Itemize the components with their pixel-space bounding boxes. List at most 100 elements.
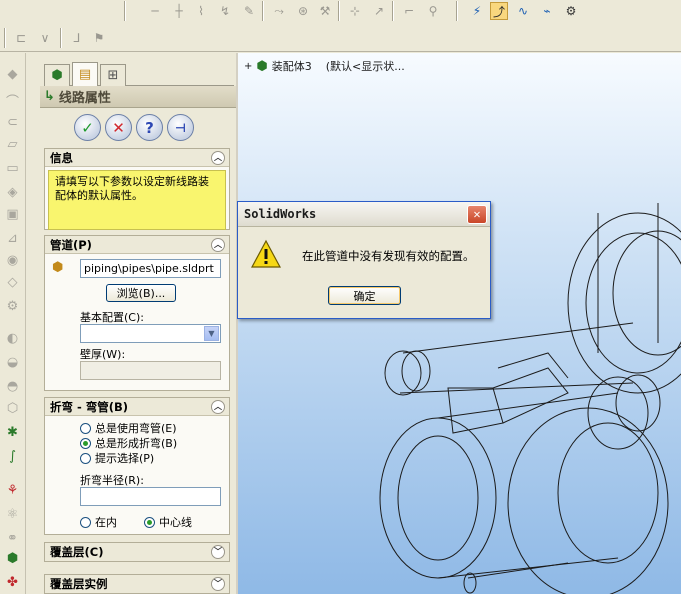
bend-tool-icon[interactable]: ⌐ — [400, 2, 418, 20]
toolbar-separator — [124, 1, 126, 21]
sketch-icon[interactable]: ⊏ — [12, 29, 30, 47]
help-button[interactable]: ? — [136, 114, 163, 141]
dialog-ok-button[interactable]: 确定 — [328, 286, 401, 305]
expand-chevron-icon[interactable]: ﹀ — [211, 545, 225, 559]
expand-chevron-icon[interactable]: ﹀ — [211, 577, 225, 591]
info-group-header[interactable]: 信息 ︿ — [45, 149, 229, 167]
component-icon[interactable]: ⚛ — [3, 505, 22, 524]
pipe-group-title: 管道(P) — [50, 237, 92, 252]
route-tool-icon[interactable]: ⤳ — [270, 2, 288, 20]
pipe-group: 管道(P) ︿ ⬢ piping\pipes\pipe.sldprt 浏览(B)… — [44, 235, 230, 391]
radio-always-form-bend[interactable]: 总是形成折弯(B) — [80, 435, 177, 451]
pushpin-icon: ⊣ — [175, 120, 186, 135]
line-tool-icon[interactable]: ─ — [146, 2, 164, 20]
split-route-icon[interactable]: ⊹ — [346, 2, 364, 20]
arc-tool-icon[interactable]: ⌇ — [192, 2, 210, 20]
radio-indicator — [80, 437, 91, 449]
radio-indicator — [144, 516, 155, 528]
pipe-group-header[interactable]: 管道(P) ︿ — [45, 236, 229, 254]
help-icon: ? — [145, 118, 154, 137]
mirror-icon[interactable]: ◐ — [3, 329, 22, 348]
info-group: 信息 ︿ 请填写以下参数以设定新线路装配体的默认属性。 — [44, 148, 230, 230]
covering-instances-header[interactable]: 覆盖层实例 ﹀ — [45, 575, 229, 593]
bend-radius-field[interactable] — [80, 487, 221, 506]
extrude-icon[interactable]: ◆ — [3, 65, 22, 84]
collapse-chevron-icon[interactable]: ︿ — [211, 150, 225, 165]
mate-ref-icon[interactable]: ⚭ — [3, 529, 22, 548]
route-edit-icon[interactable]: ↗ — [370, 2, 388, 20]
pipe-route-icon[interactable]: ⚡ — [468, 2, 486, 20]
base-config-select[interactable]: ▼ — [80, 324, 221, 343]
dialog-close-button[interactable]: ✕ — [467, 204, 487, 224]
configuration-icon: ⊞ — [107, 68, 119, 83]
property-sheet-icon: ▤ — [78, 67, 92, 82]
collapse-chevron-icon[interactable]: ︿ — [211, 399, 225, 414]
radio-centerline[interactable]: 中心线 — [144, 514, 192, 530]
toolbar-second: ⊏ ∨ ⅃ ⚑ — [0, 24, 681, 52]
rib-icon[interactable]: ⊿ — [3, 229, 22, 248]
tab-property-manager[interactable]: ▤ — [72, 62, 98, 86]
flange-tool-icon[interactable]: ⊛ — [294, 2, 312, 20]
pattern-icon[interactable]: ⚙ — [3, 297, 22, 316]
cut-icon[interactable]: ◈ — [3, 183, 22, 202]
pin-button[interactable]: ⊣ — [167, 114, 194, 141]
explode-icon[interactable]: ✤ — [3, 573, 22, 592]
boundary-icon[interactable]: ▭ — [3, 159, 22, 178]
tab-configuration-manager[interactable]: ⊞ — [100, 64, 126, 86]
tube-route-icon[interactable]: ⌁ — [538, 2, 556, 20]
bends-group-header[interactable]: 折弯 - 弯管(B) ︿ — [45, 398, 229, 416]
info-group-title: 信息 — [50, 150, 73, 165]
bend-radius-label: 折弯半径(R): — [80, 474, 144, 487]
route-properties-icon[interactable]: ⚙ — [562, 2, 580, 20]
bends-group-title: 折弯 - 弯管(B) — [50, 399, 129, 414]
sweep-icon[interactable]: ⊂ — [3, 113, 22, 132]
radio-label: 总是使用弯管(E) — [95, 422, 177, 435]
property-manager: ⬢ ▤ ⊞ ↳ 线路属性 ✓ ✕ ? ⊣ 信息 ︿ 请填写以下参数以设定新线路装… — [40, 56, 236, 594]
chamfer-icon[interactable]: ◇ — [3, 273, 22, 292]
shell-icon[interactable]: ▣ — [3, 205, 22, 224]
radio-label: 提示选择(P) — [95, 452, 155, 465]
mate-icon[interactable]: ⚑ — [90, 29, 108, 47]
covering-group: 覆盖层(C) ﹀ — [44, 542, 230, 562]
checkmark-icon: ✓ — [81, 118, 94, 137]
start-route-icon[interactable]: ⤴ — [490, 2, 508, 20]
assembly-icon[interactable]: ⚘ — [3, 481, 22, 500]
collapse-chevron-icon[interactable]: ︿ — [211, 237, 225, 252]
wall-thickness-field[interactable] — [80, 361, 221, 380]
ok-button[interactable]: ✓ — [74, 114, 101, 141]
dome-icon[interactable]: ◓ — [3, 377, 22, 396]
sketch-edit-icon[interactable]: ✎ — [240, 2, 258, 20]
pm-title-bar: ↳ 线路属性 — [40, 86, 236, 108]
toolbar-separator — [338, 1, 340, 21]
point-tool-icon[interactable]: ┼ — [170, 2, 188, 20]
toolbar-separator — [60, 28, 62, 48]
wrap-icon[interactable]: ⬡ — [3, 399, 22, 418]
fillet-icon[interactable]: ◉ — [3, 251, 22, 270]
draft-icon[interactable]: ◒ — [3, 353, 22, 372]
radio-inner[interactable]: 在内 — [80, 514, 117, 530]
smart-dimension-icon[interactable]: ∨ — [36, 29, 54, 47]
clip-tool-icon[interactable]: ⚲ — [424, 2, 442, 20]
radio-prompt-select[interactable]: 提示选择(P) — [80, 450, 154, 466]
part-icon[interactable]: ⬢ — [3, 549, 22, 568]
revolve-icon[interactable]: ⌒ — [3, 91, 22, 110]
pipe-file-field[interactable]: piping\pipes\pipe.sldprt — [80, 259, 221, 278]
flex-route-icon[interactable]: ∿ — [514, 2, 532, 20]
ref-geometry-icon[interactable]: ✱ — [3, 423, 22, 442]
curves-icon[interactable]: ∫ — [3, 447, 22, 466]
graphics-area[interactable]: + ⬢ 装配体3 (默认<显示状... — [238, 53, 681, 594]
cancel-button[interactable]: ✕ — [105, 114, 132, 141]
insert-part-icon[interactable]: ⅃ — [68, 29, 86, 47]
tab-feature-manager[interactable]: ⬢ — [44, 64, 70, 86]
browse-button[interactable]: 浏览(B)... — [106, 284, 176, 302]
dialog-title-bar[interactable]: SolidWorks ✕ — [238, 202, 490, 227]
toolbar-separator — [4, 28, 6, 48]
pm-tab-strip: ⬢ ▤ ⊞ — [44, 62, 234, 86]
close-icon: ✕ — [112, 118, 125, 137]
radio-always-use-elbows[interactable]: 总是使用弯管(E) — [80, 420, 177, 436]
chevron-down-icon[interactable]: ▼ — [204, 326, 219, 341]
covering-group-header[interactable]: 覆盖层(C) ﹀ — [45, 543, 229, 561]
loft-icon[interactable]: ▱ — [3, 135, 22, 154]
offset-tool-icon[interactable]: ↯ — [216, 2, 234, 20]
fitting-tool-icon[interactable]: ⚒ — [316, 2, 334, 20]
